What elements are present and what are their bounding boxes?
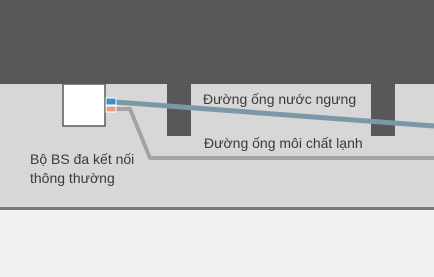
bs-unit-label: Bộ BS đa kết nối thông thường xyxy=(30,150,134,188)
bs-unit-box xyxy=(62,83,106,127)
drain-pipe-label: Đường ống nước ngưng xyxy=(203,91,357,107)
refrigerant-port-icon xyxy=(105,105,117,113)
room-area xyxy=(0,210,434,277)
installation-diagram: Đường ống nước ngưng Đường ống môi chất … xyxy=(0,0,434,277)
bs-unit-label-line1: Bộ BS đa kết nối xyxy=(30,151,135,167)
beam-left xyxy=(167,84,191,136)
refrigerant-pipe-label: Đường ống môi chất lạnh xyxy=(204,135,363,151)
beam-right xyxy=(371,84,395,136)
drain-port-icon xyxy=(105,97,117,106)
ceiling-board xyxy=(0,207,434,210)
bs-unit-label-line2: thông thường xyxy=(30,170,115,186)
concrete-slab xyxy=(0,0,434,84)
